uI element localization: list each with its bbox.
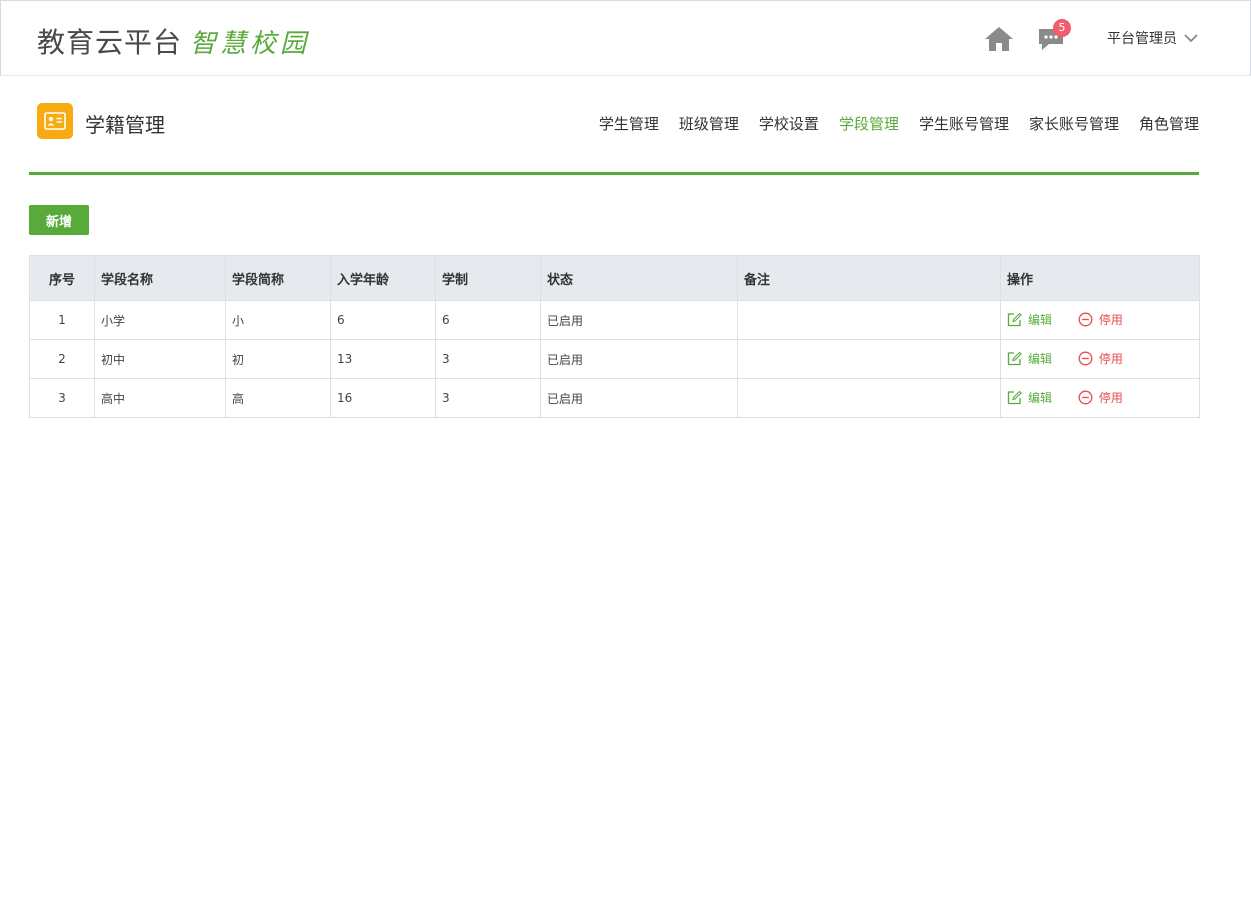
cell-entry-age: 6 [330, 300, 436, 340]
id-card-icon [37, 103, 73, 139]
cell-school-years: 3 [435, 339, 541, 379]
nav-school-settings[interactable]: 学校设置 [759, 113, 819, 134]
cell-short-name: 高 [225, 378, 331, 418]
cell-status: 已启用 [540, 300, 738, 340]
disable-label: 停用 [1098, 351, 1123, 366]
disable-button[interactable]: 停用 [1078, 350, 1123, 367]
edit-label: 编辑 [1028, 390, 1053, 405]
cell-note [737, 339, 1001, 379]
cell-status: 已启用 [540, 378, 738, 418]
section-divider [29, 172, 1199, 175]
disable-button[interactable]: 停用 [1078, 389, 1123, 406]
edit-button[interactable]: 编辑 [1007, 350, 1052, 367]
stage-table: 序号 学段名称 学段简称 入学年龄 学制 状态 备注 操作 1 小学 小 6 6… [29, 255, 1200, 418]
cell-school-years: 6 [435, 300, 541, 340]
edit-button[interactable]: 编辑 [1007, 311, 1052, 328]
column-header-actions: 操作 [1000, 255, 1200, 301]
cell-index: 3 [29, 378, 95, 418]
cell-short-name: 小 [225, 300, 331, 340]
edit-label: 编辑 [1028, 312, 1053, 327]
cell-status: 已启用 [540, 339, 738, 379]
user-menu[interactable]: 平台管理员 [1107, 28, 1199, 48]
add-button[interactable]: 新增 [29, 205, 89, 235]
brand-title: 教育云平台 [37, 26, 183, 59]
table-row: 2 初中 初 13 3 已启用 编辑 停用 [29, 339, 1200, 379]
cell-name: 高中 [94, 378, 226, 418]
home-icon[interactable] [984, 26, 1014, 52]
brand-subtitle: 智慧校园 [190, 29, 311, 59]
cell-short-name: 初 [225, 339, 331, 379]
disable-button[interactable]: 停用 [1078, 311, 1123, 328]
cell-entry-age: 13 [330, 339, 436, 379]
edit-icon [1007, 351, 1022, 365]
column-header-note: 备注 [737, 255, 1001, 301]
nav-role-management[interactable]: 角色管理 [1139, 113, 1199, 134]
table-row: 1 小学 小 6 6 已启用 编辑 停用 [29, 300, 1200, 340]
column-header-status: 状态 [540, 255, 738, 301]
cell-name: 小学 [94, 300, 226, 340]
minus-circle-icon [1078, 312, 1093, 326]
column-header-index: 序号 [29, 255, 95, 301]
message-count-badge: 5 [1053, 19, 1071, 37]
nav-class-management[interactable]: 班级管理 [679, 113, 739, 134]
disable-label: 停用 [1098, 312, 1123, 327]
chevron-down-icon [1184, 34, 1198, 43]
edit-icon [1007, 312, 1022, 326]
column-header-entry-age: 入学年龄 [330, 255, 436, 301]
nav-student-account-management[interactable]: 学生账号管理 [919, 113, 1009, 134]
cell-actions: 编辑 停用 [1000, 378, 1200, 418]
minus-circle-icon [1078, 351, 1093, 365]
cell-actions: 编辑 停用 [1000, 300, 1200, 340]
cell-school-years: 3 [435, 378, 541, 418]
nav-parent-account-management[interactable]: 家长账号管理 [1029, 113, 1119, 134]
cell-note [737, 378, 1001, 418]
disable-label: 停用 [1098, 390, 1123, 405]
brand-logo[interactable]: 教育云平台 智慧校园 [37, 21, 310, 61]
nav-stage-management[interactable]: 学段管理 [839, 113, 899, 134]
cell-note [737, 300, 1001, 340]
cell-index: 1 [29, 300, 95, 340]
column-header-school-years: 学制 [435, 255, 541, 301]
cell-index: 2 [29, 339, 95, 379]
column-header-short-name: 学段简称 [225, 255, 331, 301]
sub-navigation: 学生管理 班级管理 学校设置 学段管理 学生账号管理 家长账号管理 角色管理 [579, 113, 1199, 134]
edit-icon [1007, 390, 1022, 404]
cell-name: 初中 [94, 339, 226, 379]
user-name: 平台管理员 [1107, 31, 1177, 47]
edit-label: 编辑 [1028, 351, 1053, 366]
table-header-row: 序号 学段名称 学段简称 入学年龄 学制 状态 备注 操作 [29, 255, 1200, 301]
page-title: 学籍管理 [85, 113, 165, 137]
minus-circle-icon [1078, 390, 1093, 404]
table-row: 3 高中 高 16 3 已启用 编辑 停用 [29, 378, 1200, 418]
edit-button[interactable]: 编辑 [1007, 389, 1052, 406]
cell-entry-age: 16 [330, 378, 436, 418]
cell-actions: 编辑 停用 [1000, 339, 1200, 379]
nav-student-management[interactable]: 学生管理 [599, 113, 659, 134]
column-header-name: 学段名称 [94, 255, 226, 301]
